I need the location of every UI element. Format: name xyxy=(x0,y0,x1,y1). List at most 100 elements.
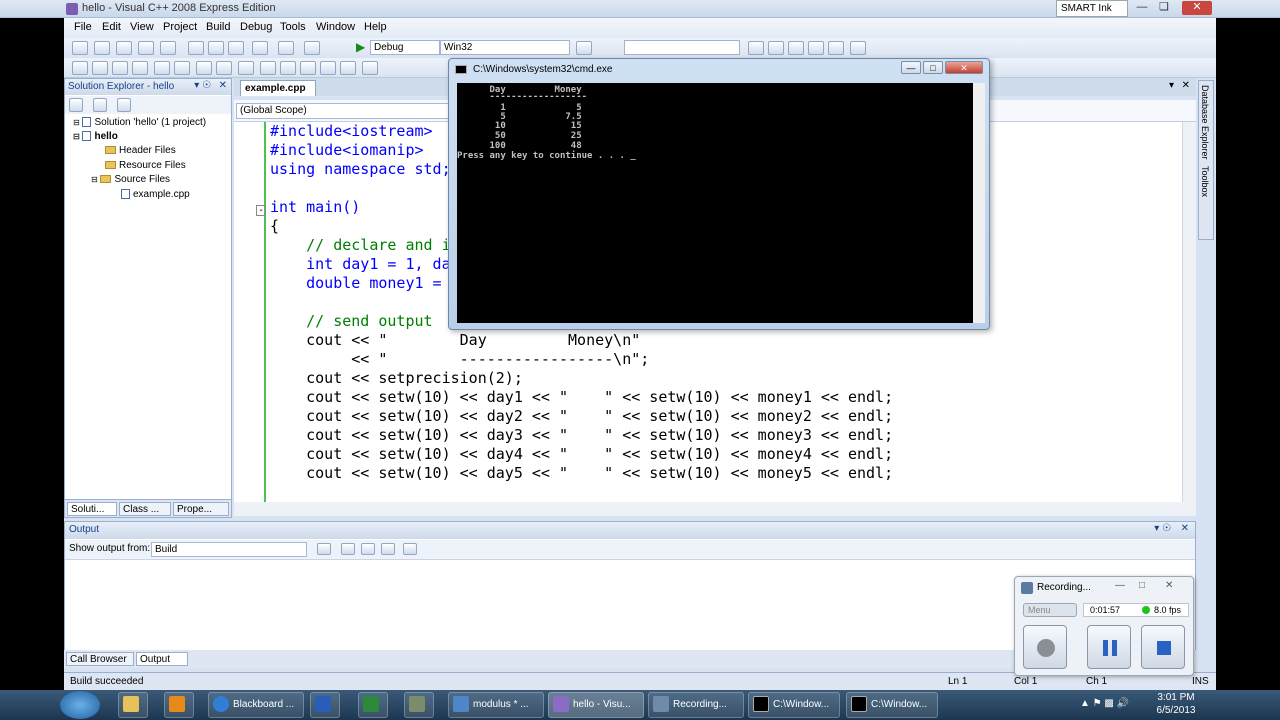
save-all-icon[interactable] xyxy=(160,41,176,55)
rec-restore-icon[interactable]: □ xyxy=(1139,580,1145,591)
tab-example-cpp[interactable]: example.cpp xyxy=(240,80,316,96)
tree-resource-files[interactable]: Resource Files xyxy=(105,160,186,171)
cmd-minimize-icon[interactable]: — xyxy=(901,61,921,74)
output-close-icon[interactable]: ✕ xyxy=(1181,523,1189,534)
taskbar-hello-visual[interactable]: hello - Visu... xyxy=(548,692,644,718)
prev-message-icon[interactable] xyxy=(341,543,355,555)
taskbar-recording[interactable]: Recording... xyxy=(648,692,744,718)
save-icon[interactable] xyxy=(138,41,154,55)
tree-project-hello[interactable]: ⊟ hello xyxy=(73,131,118,142)
clear-bookmarks-icon[interactable] xyxy=(340,61,356,75)
tab-class-view[interactable]: Class ... xyxy=(119,502,171,516)
menu-edit[interactable]: Edit xyxy=(102,21,121,33)
taskbar-blackboard[interactable]: Blackboard ... xyxy=(208,692,304,718)
sol-properties-icon[interactable] xyxy=(69,98,83,112)
editor-vertical-scrollbar[interactable] xyxy=(1182,122,1196,502)
uncomment-icon[interactable] xyxy=(216,61,232,75)
tree-header-files[interactable]: Header Files xyxy=(105,145,176,156)
platform-select[interactable]: Win32 xyxy=(440,40,570,55)
database-explorer-tab[interactable]: Database Explorer xyxy=(1200,85,1210,160)
cmd-console[interactable]: Day Money ------------------ 1 5 5 7.5 1… xyxy=(457,83,973,323)
pin-icon[interactable]: ▾ ☉ xyxy=(194,80,211,91)
options-icon[interactable] xyxy=(828,41,844,55)
taskbar-outlook[interactable] xyxy=(164,692,194,718)
taskbar-explorer[interactable] xyxy=(118,692,148,718)
taskbar-app[interactable] xyxy=(404,692,434,718)
minimize-icon[interactable]: — xyxy=(1132,1,1152,15)
close-icon[interactable]: ✕ xyxy=(1182,1,1212,15)
toolbox-icon[interactable] xyxy=(808,41,824,55)
sol-refresh-icon[interactable] xyxy=(117,98,131,112)
taskbar-cmd-1[interactable]: C:\Window... xyxy=(748,692,840,718)
record-button[interactable] xyxy=(1023,625,1067,669)
editor-horizontal-scrollbar[interactable] xyxy=(234,502,1196,516)
smart-ink-button[interactable]: SMART Ink xyxy=(1056,0,1128,17)
menu-build[interactable]: Build xyxy=(206,21,230,33)
taskbar-excel[interactable] xyxy=(358,692,388,718)
cmd-maximize-icon[interactable]: □ xyxy=(923,61,943,74)
clear-all-icon[interactable] xyxy=(381,543,395,555)
next-bookmark-icon[interactable] xyxy=(280,61,296,75)
outdent-icon[interactable] xyxy=(154,61,170,75)
comment-icon[interactable] xyxy=(196,61,212,75)
taskbar-modulus[interactable]: modulus * ... xyxy=(448,692,544,718)
find-combo[interactable] xyxy=(624,40,740,55)
tree-solution[interactable]: ⊟ Solution 'hello' (1 project) xyxy=(73,117,206,128)
active-files-icon[interactable]: ▾ xyxy=(1169,80,1174,91)
add-item-icon[interactable] xyxy=(94,41,110,55)
list-members-icon[interactable] xyxy=(92,61,108,75)
format-icon[interactable] xyxy=(362,61,378,75)
configuration-select[interactable]: Debug xyxy=(370,40,440,55)
navigate-icon[interactable] xyxy=(304,41,320,55)
start-button[interactable] xyxy=(60,691,100,719)
prev-bookmark-icon[interactable] xyxy=(260,61,276,75)
menu-help[interactable]: Help xyxy=(364,21,387,33)
menu-file[interactable]: File xyxy=(74,21,92,33)
tab-property-manager[interactable]: Prope... xyxy=(173,502,229,516)
menu-window[interactable]: Window xyxy=(316,21,355,33)
cmd-titlebar[interactable]: C:\Windows\system32\cmd.exe xyxy=(455,63,755,77)
window-layout-icon[interactable] xyxy=(850,41,866,55)
word-completion-icon[interactable] xyxy=(132,61,148,75)
cut-icon[interactable] xyxy=(188,41,204,55)
tab-solution-explorer[interactable]: Soluti... xyxy=(67,502,117,516)
copy-icon[interactable] xyxy=(208,41,224,55)
recording-widget[interactable]: Recording... — □ ✕ Menu 0:01:57 8.0 fps xyxy=(1014,576,1194,676)
sol-show-all-icon[interactable] xyxy=(93,98,107,112)
system-clock[interactable]: 3:01 PM 6/5/2013 xyxy=(1146,691,1206,717)
tray-icons[interactable]: ▲ ⚑ ▩ 🔊 xyxy=(1080,698,1140,712)
new-project-icon[interactable] xyxy=(72,41,88,55)
next-bookmark-folder-icon[interactable] xyxy=(320,61,336,75)
rec-close-icon[interactable]: ✕ xyxy=(1165,580,1173,591)
cmd-window[interactable]: C:\Windows\system32\cmd.exe — □ ✕ Day Mo… xyxy=(448,58,990,330)
properties-icon[interactable] xyxy=(768,41,784,55)
select-icon[interactable] xyxy=(72,61,88,75)
solution-explorer-icon[interactable] xyxy=(748,41,764,55)
tab-call-browser[interactable]: Call Browser xyxy=(66,652,134,666)
find-icon[interactable] xyxy=(576,41,592,55)
open-icon[interactable] xyxy=(116,41,132,55)
rec-minimize-icon[interactable]: — xyxy=(1115,580,1125,591)
prev-bookmark-folder-icon[interactable] xyxy=(300,61,316,75)
menu-view[interactable]: View xyxy=(130,21,154,33)
menu-project[interactable]: Project xyxy=(163,21,197,33)
menu-debug[interactable]: Debug xyxy=(240,21,272,33)
toolbox-tab[interactable]: Toolbox xyxy=(1200,166,1210,197)
bookmark-icon[interactable] xyxy=(238,61,254,75)
tree-example-cpp[interactable]: example.cpp xyxy=(121,189,190,200)
pause-button[interactable] xyxy=(1087,625,1131,669)
taskbar-word[interactable] xyxy=(310,692,340,718)
undo-icon[interactable] xyxy=(252,41,268,55)
object-browser-icon[interactable] xyxy=(788,41,804,55)
restore-icon[interactable]: ❏ xyxy=(1154,1,1174,15)
taskbar-cmd-2[interactable]: C:\Window... xyxy=(846,692,938,718)
cmd-scrollbar[interactable] xyxy=(973,83,985,323)
collapse-icon[interactable]: - xyxy=(256,205,266,216)
quick-info-icon[interactable] xyxy=(112,61,128,75)
output-source-select[interactable]: Build xyxy=(151,542,307,557)
stop-button[interactable] xyxy=(1141,625,1185,669)
menu-tools[interactable]: Tools xyxy=(280,21,306,33)
rec-menu-button[interactable]: Menu xyxy=(1023,603,1077,617)
find-message-icon[interactable] xyxy=(317,543,331,555)
paste-icon[interactable] xyxy=(228,41,244,55)
